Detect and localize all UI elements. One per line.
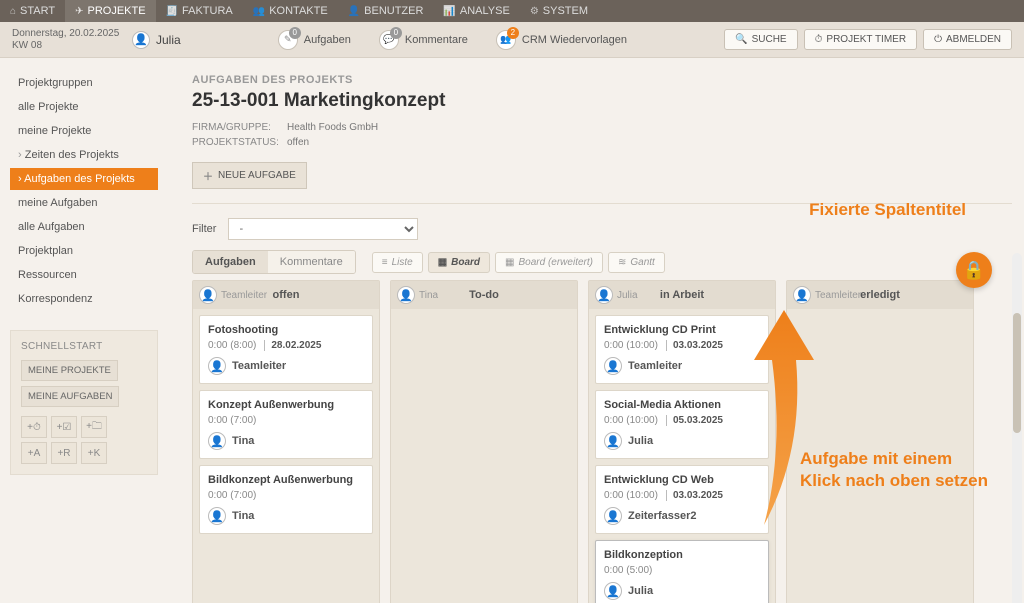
avatar-icon: 👤: [132, 31, 150, 49]
gear-icon: ⚙: [530, 6, 539, 17]
sidebar-korrespondenz[interactable]: Korrespondenz: [10, 288, 158, 310]
clock-icon: ⏱: [815, 34, 823, 45]
quick-folder-icon[interactable]: +🗀: [81, 416, 107, 438]
page-title: 25-13-001 Marketingkonzept: [192, 90, 1012, 112]
plane-icon: ✈: [75, 6, 83, 17]
tab-kommentare[interactable]: Kommentare: [268, 251, 355, 273]
nav-benutzer[interactable]: 👤BENUTZER: [338, 0, 434, 22]
sidebar-aufgaben-projekt[interactable]: Aufgaben des Projekts: [10, 168, 158, 190]
sidebar-projektgruppen[interactable]: Projektgruppen: [10, 72, 158, 94]
quickstart-panel: SCHNELLSTART MEINE PROJEKTE MEINE AUFGAB…: [10, 330, 158, 475]
kanban-board: 👤Teamleiteroffen Fotoshooting0:00 (8:00)2…: [192, 280, 1012, 603]
sidebar-zeiten[interactable]: Zeiten des Projekts: [10, 144, 158, 166]
nav-analyse[interactable]: 📊ANALYSE: [433, 0, 519, 22]
quick-time-icon[interactable]: +⏱: [21, 416, 47, 438]
board-column: 👤Teamleitererledigt: [786, 280, 974, 603]
contacts-icon: 👥: [253, 6, 265, 17]
quickstart-title: SCHNELLSTART: [21, 341, 147, 352]
invoice-icon: 🧾: [166, 6, 178, 17]
quick-meine-aufgaben[interactable]: MEINE AUFGABEN: [21, 386, 119, 407]
quick-check-icon[interactable]: +☑: [51, 416, 77, 438]
avatar-icon: 👤: [208, 507, 226, 525]
view-board[interactable]: ▦ Board: [428, 252, 490, 273]
view-gantt[interactable]: ≋ Gantt: [608, 252, 665, 273]
counter-crm[interactable]: 👥2CRM Wiedervorlagen: [496, 30, 627, 50]
tasks-icon: ✎0: [278, 30, 298, 50]
avatar-icon: 👤: [793, 286, 811, 304]
avatar-icon: 👤: [604, 507, 622, 525]
avatar-icon: 👤: [604, 432, 622, 450]
user-icon: 👤: [348, 6, 360, 17]
power-icon: ⏻: [934, 34, 942, 45]
scroll-thumb[interactable]: [1013, 313, 1021, 433]
content-tabs: Aufgaben Kommentare: [192, 250, 356, 274]
main-content: AUFGABEN DES PROJEKTS 25-13-001 Marketin…: [168, 58, 1024, 603]
nav-faktura[interactable]: 🧾FAKTURA: [156, 0, 243, 22]
filter-row: Filter -: [192, 218, 1012, 240]
sidebar: Projektgruppen alle Projekte meine Proje…: [0, 58, 168, 603]
view-liste[interactable]: ≡ Liste: [372, 252, 423, 273]
avatar-icon: 👤: [208, 432, 226, 450]
board-column: 👤Juliain Arbeit Entwicklung CD Print0:00 …: [588, 280, 776, 603]
avatar-icon: 👤: [604, 582, 622, 600]
nav-projekte[interactable]: ✈PROJEKTE: [65, 0, 155, 22]
column-header: 👤Teamleitererledigt: [787, 281, 973, 309]
page-eyebrow: AUFGABEN DES PROJEKTS: [192, 74, 1012, 86]
nav-start[interactable]: ⌂START: [0, 0, 65, 22]
comment-icon: 💬0: [379, 30, 399, 50]
sidebar-ressourcen[interactable]: Ressourcen: [10, 264, 158, 286]
nav-kontakte[interactable]: 👥KONTAKTE: [243, 0, 338, 22]
quick-a-icon[interactable]: +A: [21, 442, 47, 464]
view-board-erweitert[interactable]: ▦ Board (erweitert): [495, 252, 603, 273]
task-card[interactable]: Entwicklung CD Web0:00 (10:00)03.03.2025…: [595, 465, 769, 534]
new-task-button[interactable]: ＋NEUE AUFGABE: [192, 162, 307, 189]
sidebar-projektplan[interactable]: Projektplan: [10, 240, 158, 262]
project-meta: FIRMA/GRUPPE:Health Foods GmbH PROJEKTST…: [192, 120, 1012, 150]
quick-k-icon[interactable]: +K: [81, 442, 107, 464]
sub-bar: Donnerstag, 20.02.2025 KW 08 👤 Julia ✎0A…: [0, 22, 1024, 58]
avatar-icon: 👤: [595, 286, 613, 304]
task-card[interactable]: Fotoshooting0:00 (8:00)28.02.2025👤Teamle…: [199, 315, 373, 384]
chart-icon: 📊: [443, 6, 455, 17]
task-card[interactable]: Bildkonzept Außenwerbung0:00 (7:00)👤Tina: [199, 465, 373, 534]
sidebar-alle-projekte[interactable]: alle Projekte: [10, 96, 158, 118]
quick-meine-projekte[interactable]: MEINE PROJEKTE: [21, 360, 118, 381]
quick-r-icon[interactable]: +R: [51, 442, 77, 464]
home-icon: ⌂: [10, 6, 16, 17]
avatar-icon: 👤: [208, 357, 226, 375]
filter-label: Filter: [192, 223, 216, 235]
filter-select[interactable]: -: [228, 218, 418, 240]
task-card[interactable]: Bildkonzeption0:00 (5:00)👤Julia✎˄⏱⧉⊗: [595, 540, 769, 603]
sidebar-meine-projekte[interactable]: meine Projekte: [10, 120, 158, 142]
view-switcher: ≡ Liste ▦ Board ▦ Board (erweitert) ≋ Ga…: [372, 252, 665, 273]
project-timer-button[interactable]: ⏱PROJEKT TIMER: [804, 29, 917, 50]
avatar-icon: 👤: [199, 286, 217, 304]
column-header: 👤Teamleiteroffen: [193, 281, 379, 309]
search-icon: 🔍: [735, 34, 747, 45]
scrollbar[interactable]: [1012, 253, 1022, 603]
sidebar-meine-aufgaben[interactable]: meine Aufgaben: [10, 192, 158, 214]
logout-button[interactable]: ⏻ABMELDEN: [923, 29, 1012, 50]
sidebar-alle-aufgaben[interactable]: alle Aufgaben: [10, 216, 158, 238]
lock-badge-icon: 🔒: [956, 252, 992, 288]
task-card[interactable]: Konzept Außenwerbung0:00 (7:00)👤Tina: [199, 390, 373, 459]
top-nav: ⌂START ✈PROJEKTE 🧾FAKTURA 👥KONTAKTE 👤BEN…: [0, 0, 1024, 22]
counter-aufgaben[interactable]: ✎0Aufgaben: [278, 30, 351, 50]
column-header: 👤TinaTo-do: [391, 281, 577, 309]
board-column: 👤Teamleiteroffen Fotoshooting0:00 (8:00)2…: [192, 280, 380, 603]
nav-system[interactable]: ⚙SYSTEM: [520, 0, 598, 22]
task-card[interactable]: Entwicklung CD Print0:00 (10:00)03.03.20…: [595, 315, 769, 384]
tab-aufgaben[interactable]: Aufgaben: [193, 251, 268, 273]
counter-kommentare[interactable]: 💬0Kommentare: [379, 30, 468, 50]
avatar-icon: 👤: [397, 286, 415, 304]
column-header: 👤Juliain Arbeit: [589, 281, 775, 309]
date-block: Donnerstag, 20.02.2025 KW 08: [12, 28, 132, 52]
avatar-icon: 👤: [604, 357, 622, 375]
task-card[interactable]: Social-Media Aktionen0:00 (10:00)05.03.2…: [595, 390, 769, 459]
plus-icon: ＋: [203, 168, 213, 183]
search-button[interactable]: 🔍SUCHE: [724, 29, 797, 50]
board-column: 👤TinaTo-do: [390, 280, 578, 603]
crm-icon: 👥2: [496, 30, 516, 50]
current-user[interactable]: 👤 Julia: [132, 31, 181, 49]
